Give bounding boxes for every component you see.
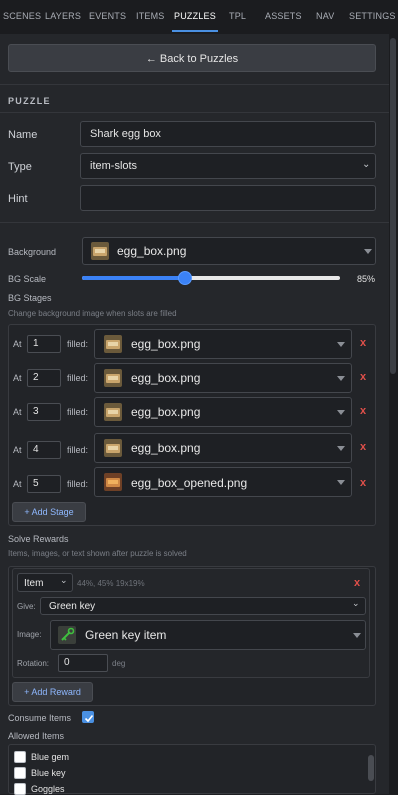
consume-items-checkbox[interactable] [82, 711, 94, 723]
give-label: Give: [17, 602, 36, 611]
top-tab-bar: SCENES LAYERS EVENTS ITEMS PUZZLES TPL A… [0, 0, 398, 35]
allowed-items-title: Allowed Items [8, 731, 65, 741]
divider [0, 222, 389, 223]
solve-rewards-title: Solve Rewards [8, 534, 69, 544]
remove-stage-button[interactable]: x [360, 441, 366, 453]
hint-label: Hint [8, 193, 28, 205]
chevron-down-icon: ⌄ [362, 159, 371, 170]
add-reward-button[interactable]: + Add Reward [12, 682, 93, 702]
allowed-item-checkbox[interactable] [14, 767, 26, 779]
egg-box-thumbnail [104, 403, 122, 421]
divider [0, 84, 389, 85]
check-icon [84, 714, 94, 723]
chevron-down-icon: ⌄ [352, 598, 360, 608]
background-select-value: egg_box.png [117, 244, 187, 258]
tab-items[interactable]: ITEMS [136, 11, 165, 21]
stage-filled-label: filled: [67, 479, 89, 489]
section-title: PUZZLE [8, 96, 51, 106]
stage-at-label: At [13, 407, 22, 417]
give-select-value: Green key [49, 601, 96, 612]
reward-position-info: 44%, 45% 19x19% [77, 579, 145, 588]
back-to-puzzles-button[interactable]: ← Back to Puzzles [8, 44, 376, 72]
active-tab-indicator [172, 30, 218, 32]
tab-tpl[interactable]: TPL [229, 11, 246, 21]
chevron-down-icon: ⌄ [60, 575, 68, 585]
stage-image-value: egg_box.png [131, 371, 201, 385]
stage-filled-label: filled: [67, 339, 89, 349]
stage-at-label: At [13, 445, 22, 455]
hint-input[interactable] [80, 185, 376, 211]
dropdown-arrow-icon [364, 249, 372, 254]
rotation-label: Rotation: [17, 659, 50, 668]
stage-image-value: egg_box.png [131, 441, 201, 455]
allowed-item-label: Goggles [31, 784, 65, 794]
egg-box-thumbnail [104, 439, 122, 457]
type-select[interactable]: item-slots [80, 153, 376, 179]
remove-stage-button[interactable]: x [360, 477, 366, 489]
stage-at-label: At [13, 373, 22, 383]
scrollbar-thumb[interactable] [390, 38, 396, 374]
stage-count-input[interactable]: 4 [27, 441, 61, 459]
tab-puzzles[interactable]: PUZZLES [174, 11, 216, 21]
stage-filled-label: filled: [67, 445, 89, 455]
stage-count-input[interactable]: 2 [27, 369, 61, 387]
tab-events[interactable]: EVENTS [89, 11, 126, 21]
allowed-item-checkbox[interactable] [14, 751, 26, 763]
rotation-input[interactable]: 0 [58, 654, 108, 672]
consume-items-label: Consume Items [8, 713, 72, 723]
reward-type-value: Item [24, 578, 44, 589]
remove-reward-button[interactable]: x [354, 577, 360, 589]
tab-layers[interactable]: LAYERS [45, 11, 81, 21]
tab-assets[interactable]: ASSETS [265, 11, 302, 21]
remove-stage-button[interactable]: x [360, 405, 366, 417]
dropdown-arrow-icon [337, 446, 345, 451]
green-key-icon [58, 626, 76, 644]
stage-at-label: At [13, 479, 22, 489]
allowed-item-label: Blue key [31, 768, 66, 778]
stage-count-input[interactable]: 3 [27, 403, 61, 421]
stage-count-input[interactable]: 1 [27, 335, 61, 353]
stage-count-input[interactable]: 5 [27, 475, 61, 493]
allowed-item-label: Blue gem [31, 752, 70, 762]
type-label: Type [8, 161, 32, 173]
allowed-items-scrollbar[interactable] [368, 755, 374, 781]
add-stage-button[interactable]: + Add Stage [12, 502, 86, 522]
divider [0, 112, 389, 113]
egg-box-opened-thumbnail [104, 473, 122, 491]
allowed-item-checkbox[interactable] [14, 783, 26, 795]
name-label: Name [8, 129, 38, 141]
egg-box-thumbnail [104, 335, 122, 353]
egg-box-thumbnail [91, 242, 109, 260]
bg-scale-slider-fill [82, 276, 185, 280]
background-label: Background [8, 247, 57, 257]
bg-scale-label: BG Scale [8, 274, 47, 284]
image-label: Image: [17, 630, 42, 639]
remove-stage-button[interactable]: x [360, 371, 366, 383]
stage-filled-label: filled: [67, 373, 89, 383]
rotation-unit: deg [112, 659, 126, 668]
dropdown-arrow-icon [337, 480, 345, 485]
bg-stages-title: BG Stages [8, 293, 52, 303]
tab-settings[interactable]: SETTINGS [349, 11, 396, 21]
bg-stages-subtitle: Change background image when slots are f… [8, 309, 177, 318]
egg-box-thumbnail [104, 369, 122, 387]
tab-scenes[interactable]: SCENES [3, 11, 41, 21]
reward-image-value: Green key item [85, 628, 167, 642]
dropdown-arrow-icon [337, 376, 345, 381]
tab-nav[interactable]: NAV [316, 11, 334, 21]
bg-scale-slider-handle[interactable] [178, 271, 192, 285]
bg-scale-value: 85% [357, 274, 376, 284]
stage-filled-label: filled: [67, 407, 89, 417]
stage-image-value: egg_box.png [131, 337, 201, 351]
stage-at-label: At [13, 339, 22, 349]
stage-image-value: egg_box_opened.png [131, 476, 248, 490]
name-input[interactable]: Shark egg box [80, 121, 376, 147]
type-select-value: item-slots [90, 160, 138, 172]
solve-rewards-subtitle: Items, images, or text shown after puzzl… [8, 549, 187, 558]
stage-image-value: egg_box.png [131, 405, 201, 419]
remove-stage-button[interactable]: x [360, 337, 366, 349]
dropdown-arrow-icon [337, 410, 345, 415]
dropdown-arrow-icon [353, 633, 361, 638]
dropdown-arrow-icon [337, 342, 345, 347]
